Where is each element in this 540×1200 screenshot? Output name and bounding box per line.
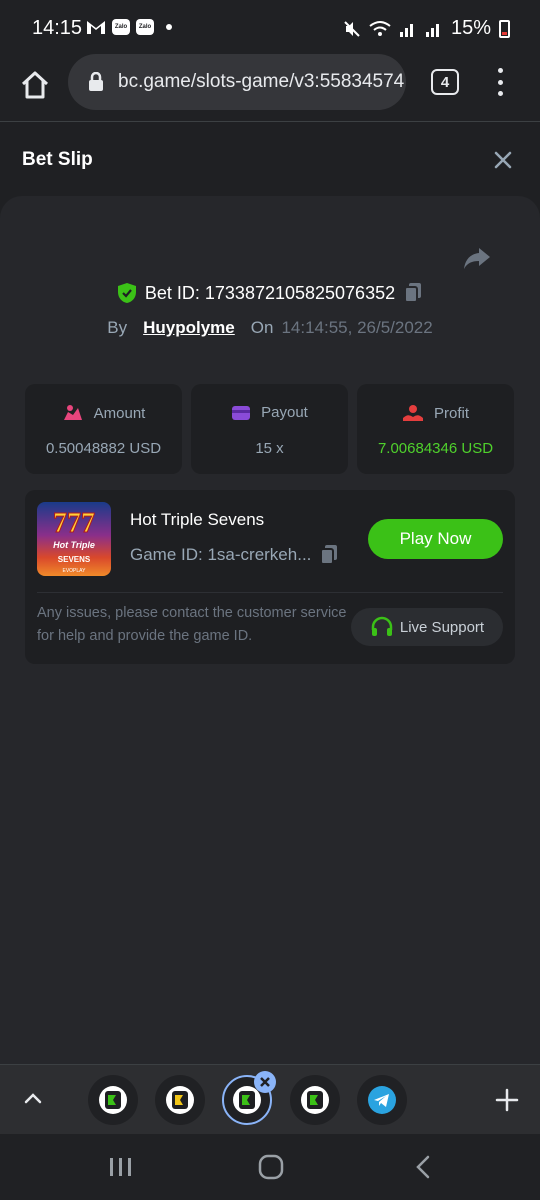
battery-icon (499, 19, 510, 38)
amount-icon (63, 405, 82, 420)
close-tab-icon[interactable] (254, 1071, 276, 1093)
stat-label: Amount (25, 404, 182, 422)
more-notifications-icon (166, 24, 172, 30)
zalo-icon: Zalo (136, 19, 154, 35)
battery-percent: 15% (450, 17, 491, 39)
telegram-icon (368, 1086, 396, 1114)
stat-profit: Profit 7.00684346 USD (357, 384, 514, 474)
game-card: 777 Hot Triple SEVENS EVOPLAY Hot Triple… (25, 490, 515, 664)
signal-icon (399, 23, 413, 37)
chevron-up-icon[interactable] (22, 1087, 44, 1109)
system-nav-bar (0, 1134, 540, 1200)
menu-dot-icon (497, 79, 503, 85)
wifi-icon (369, 20, 391, 36)
home-nav-icon[interactable] (258, 1154, 284, 1180)
bet-datetime: 14:14:55, 26/5/2022 (281, 318, 433, 337)
menu-dot-icon (497, 91, 503, 96)
tab-switcher-button[interactable]: 4 (431, 69, 459, 95)
new-tab-icon[interactable] (494, 1087, 520, 1113)
status-notification-icons: Zalo Zalo (86, 19, 172, 35)
game-art: 777 Hot Triple SEVENS EVOPLAY (53, 508, 96, 575)
verified-shield-icon (117, 283, 136, 303)
profit-icon (402, 405, 423, 421)
tab-telegram[interactable] (357, 1075, 407, 1125)
by-label: By (107, 318, 128, 337)
share-icon[interactable] (462, 244, 492, 272)
close-icon[interactable] (490, 147, 516, 173)
game-thumbnail[interactable]: 777 Hot Triple SEVENS EVOPLAY (37, 502, 111, 576)
payout-icon (232, 405, 251, 420)
stat-payout: Payout 15 x (191, 384, 348, 474)
svg-text:Hot Triple: Hot Triple (53, 540, 95, 550)
zalo-icon: Zalo (112, 19, 130, 35)
stat-value: 7.00684346 USD (377, 440, 494, 457)
live-support-button[interactable]: Live Support (351, 608, 503, 646)
svg-text:777: 777 (53, 508, 95, 539)
url-text[interactable]: bc.game/slots-game/v3:55834574 (118, 71, 404, 93)
home-icon[interactable] (18, 68, 52, 102)
bcgame-icon (166, 1086, 194, 1114)
bet-id-row: Bet ID: 1733872105825076352 (0, 282, 540, 304)
game-id: Game ID: 1sa-crerkeh... (130, 545, 312, 564)
stat-value: 0.50048882 USD (45, 440, 162, 457)
tab-bcgame[interactable] (290, 1075, 340, 1125)
bcgame-icon (99, 1086, 127, 1114)
mute-icon (344, 20, 360, 37)
copy-icon[interactable] (319, 544, 339, 566)
stat-label-text: Amount (93, 404, 146, 422)
support-message: Any issues, please contact the customer … (37, 605, 347, 644)
close-icon (260, 1077, 270, 1087)
url-bar[interactable]: bc.game/slots-game/v3:55834574 (68, 54, 406, 110)
browser-toolbar: bc.game/slots-game/v3:55834574 4 (0, 54, 540, 122)
stat-value: 15 x (255, 440, 284, 457)
tab-bcgame[interactable] (88, 1075, 138, 1125)
tab-strip (0, 1064, 540, 1134)
bet-id: Bet ID: 1733872105825076352 (144, 282, 396, 303)
stat-label: Profit (357, 404, 514, 422)
stat-label-text: Payout (261, 404, 308, 421)
more-menu-button[interactable] (494, 68, 506, 96)
stat-amount: Amount 0.50048882 USD (25, 384, 182, 474)
signal-icon (425, 23, 439, 37)
status-bar: 14:15 Zalo Zalo 15% (0, 0, 540, 58)
live-support-label: Live Support (399, 618, 485, 636)
back-icon[interactable] (412, 1155, 434, 1179)
page-title: Bet Slip (22, 149, 93, 170)
game-id-row: Game ID: 1sa-crerkeh... (130, 544, 339, 566)
status-right: 15% (343, 17, 510, 40)
svg-text:SEVENS: SEVENS (58, 555, 91, 564)
recent-apps-icon[interactable] (108, 1156, 134, 1178)
bet-slip-header: Bet Slip (0, 123, 540, 195)
bet-slip-panel: Bet ID: 1733872105825076352 By Huypolyme… (0, 196, 540, 1064)
lock-icon (89, 72, 103, 91)
bet-author-row: By Huypolyme On 14:14:55, 26/5/2022 (0, 318, 540, 338)
on-label: On (250, 318, 274, 337)
menu-dot-icon (497, 68, 503, 73)
stat-label-text: Profit (433, 404, 469, 422)
stat-label: Payout (191, 404, 348, 421)
copy-icon[interactable] (403, 282, 423, 304)
divider (37, 592, 503, 593)
play-now-button[interactable]: Play Now (368, 519, 503, 559)
headset-icon (371, 616, 393, 636)
user-link[interactable]: Huypolyme (143, 318, 235, 338)
svg-text:EVOPLAY: EVOPLAY (63, 568, 87, 574)
game-title: Hot Triple Sevens (130, 510, 265, 529)
status-time: 14:15 (32, 17, 83, 39)
tab-bcgame[interactable] (155, 1075, 205, 1125)
gmail-icon (87, 21, 105, 34)
bcgame-icon (301, 1086, 329, 1114)
